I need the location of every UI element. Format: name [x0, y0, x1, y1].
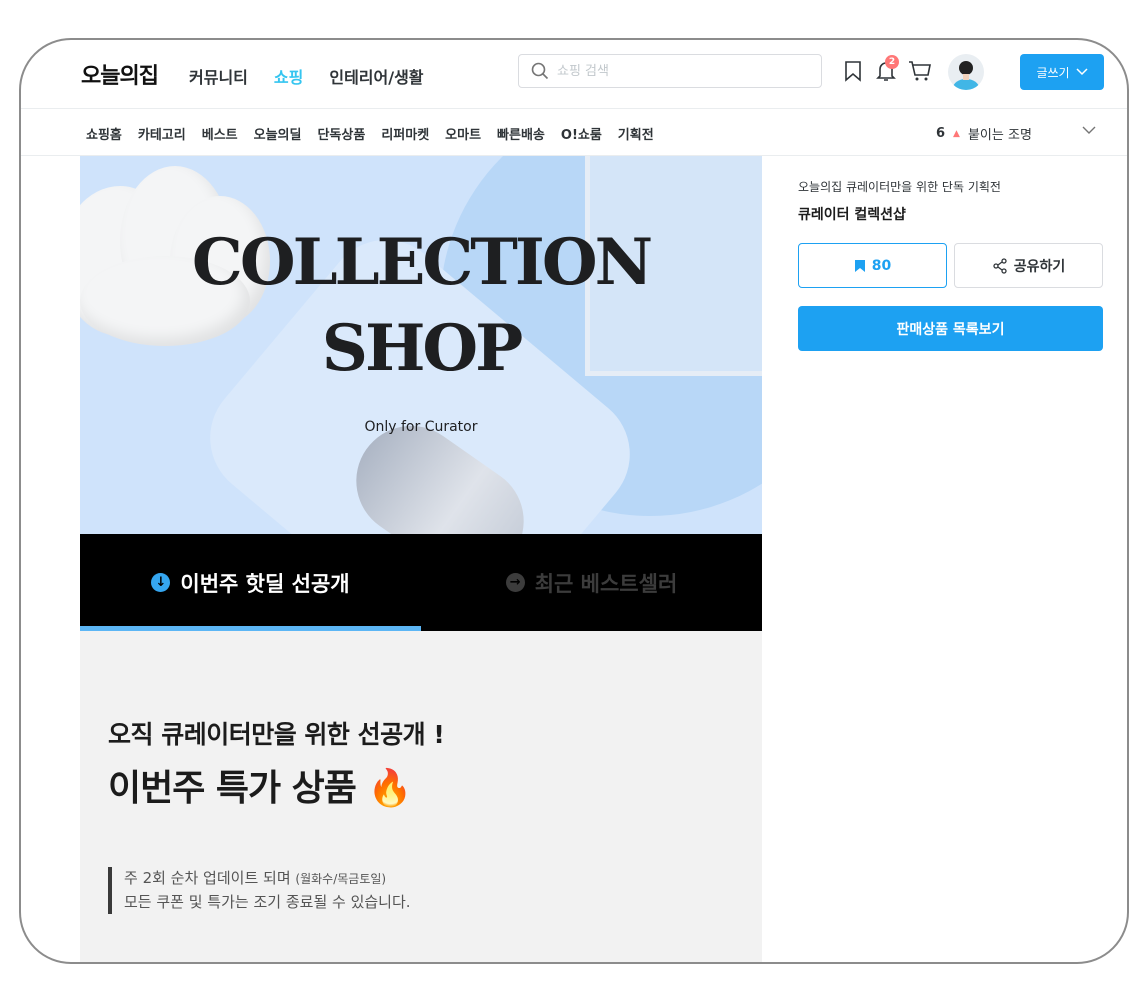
search-icon — [531, 62, 549, 80]
write-button[interactable]: 글쓰기 — [1020, 54, 1104, 90]
subnav-item-exclusive[interactable]: 단독상품 — [317, 124, 365, 143]
trending-rank: 6 — [936, 126, 946, 141]
main-nav: 커뮤니티 쇼핑 인테리어/생활 — [189, 64, 424, 88]
subnav-item-exhibition[interactable]: 기획전 — [618, 124, 654, 143]
product-list-button[interactable]: 판매상품 목록보기 — [798, 306, 1103, 351]
intro-note: 주 2회 순차 업데이트 되며 (월화수/목금토일) 모든 쿠폰 및 특가는 조… — [108, 867, 411, 914]
banner-subtitle: Only for Curator — [364, 419, 478, 435]
collection-banner: COLLECTION SHOP Only for Curator — [80, 156, 762, 534]
user-avatar-icon — [953, 61, 979, 90]
note-line1-main: 주 2회 순차 업데이트 되며 — [124, 869, 291, 887]
subnav-items: 쇼핑홈 카테고리 베스트 오늘의딜 단독상품 리퍼마켓 오마트 빠른배송 O!쇼… — [86, 124, 654, 143]
fire-icon: 🔥 — [367, 768, 412, 809]
subnav-item-o-mart[interactable]: 오마트 — [445, 124, 481, 143]
banner-title-line1: COLLECTION — [191, 225, 653, 300]
intro-title: 이번주 특가 상품 🔥 — [108, 759, 412, 811]
deal-tabs: ↓ 이번주 핫딜 선공개 → 최근 베스트셀러 — [80, 534, 762, 631]
banner-title-line2: SHOP — [321, 311, 524, 386]
chevron-down-icon[interactable] — [1082, 125, 1096, 135]
search-input[interactable] — [555, 62, 799, 80]
trending-keyword[interactable]: 6 ▲ 붙이는 조명 — [936, 124, 1032, 143]
intro-title-text: 이번주 특가 상품 — [108, 768, 357, 809]
tab-bestseller[interactable]: → 최근 베스트셀러 — [421, 534, 762, 631]
subnav-item-best[interactable]: 베스트 — [202, 124, 238, 143]
tab-bestseller-label: 최근 베스트셀러 — [534, 571, 678, 596]
tab-hot-deal-label: 이번주 핫딜 선공개 — [180, 571, 350, 596]
nav-community[interactable]: 커뮤니티 — [189, 64, 248, 88]
shopping-subnav: 쇼핑홈 카테고리 베스트 오늘의딜 단독상품 리퍼마켓 오마트 빠른배송 O!쇼… — [21, 109, 1127, 156]
avatar[interactable] — [948, 54, 984, 90]
share-button[interactable]: 공유하기 — [954, 243, 1103, 288]
bookmark-icon — [854, 259, 865, 272]
window-frame: 오늘의집 커뮤니티 쇼핑 인테리어/생활 2 — [19, 38, 1129, 964]
write-button-label: 글쓰기 — [1036, 65, 1070, 80]
note-line1-days: (월화수/목금토일) — [295, 872, 387, 886]
cart-icon[interactable] — [908, 60, 932, 82]
subnav-item-fast-delivery[interactable]: 빠른배송 — [497, 124, 545, 143]
share-icon — [993, 257, 1007, 274]
top-header: 오늘의집 커뮤니티 쇼핑 인테리어/생활 2 — [21, 40, 1127, 109]
note-line1: 주 2회 순차 업데이트 되며 (월화수/목금토일) — [124, 867, 411, 891]
trending-keyword-text: 붙이는 조명 — [967, 128, 1032, 143]
scrap-count: 80 — [871, 257, 892, 274]
nav-shopping[interactable]: 쇼핑 — [274, 64, 303, 88]
scrap-button[interactable]: 80 — [798, 243, 947, 288]
subnav-item-refurb-market[interactable]: 리퍼마켓 — [381, 124, 429, 143]
rank-up-icon: ▲ — [953, 128, 960, 139]
logo[interactable]: 오늘의집 — [81, 58, 159, 90]
subnav-item-todays-deal[interactable]: 오늘의딜 — [254, 124, 302, 143]
tab-hot-deal[interactable]: ↓ 이번주 핫딜 선공개 — [80, 534, 421, 631]
search-box[interactable] — [518, 54, 822, 88]
notification-badge: 2 — [885, 55, 899, 69]
arrow-right-circle-icon: → — [505, 573, 525, 592]
arrow-down-circle-icon: ↓ — [151, 573, 171, 592]
chevron-down-icon — [1076, 68, 1088, 76]
deal-intro: 오직 큐레이터만을 위한 선공개 ! 이번주 특가 상품 🔥 주 2회 순차 업… — [80, 631, 762, 962]
note-line2: 모든 쿠폰 및 특가는 조기 종료될 수 있습니다. — [124, 893, 411, 911]
subnav-item-o-showroom[interactable]: O!쇼룸 — [561, 124, 602, 143]
nav-interior-living[interactable]: 인테리어/생활 — [329, 64, 423, 88]
intro-headline: 오직 큐레이터만을 위한 선공개 ! — [108, 720, 445, 749]
share-label: 공유하기 — [1013, 258, 1066, 275]
subnav-item-category[interactable]: 카테고리 — [138, 124, 186, 143]
side-subtitle: 오늘의집 큐레이터만을 위한 단독 기획전 — [798, 180, 1001, 194]
bookmark-icon[interactable] — [844, 60, 862, 82]
side-title: 큐레이터 컬렉션샵 — [798, 207, 906, 223]
banner-title: COLLECTION SHOP — [80, 220, 762, 392]
subnav-item-shopping-home[interactable]: 쇼핑홈 — [86, 124, 122, 143]
